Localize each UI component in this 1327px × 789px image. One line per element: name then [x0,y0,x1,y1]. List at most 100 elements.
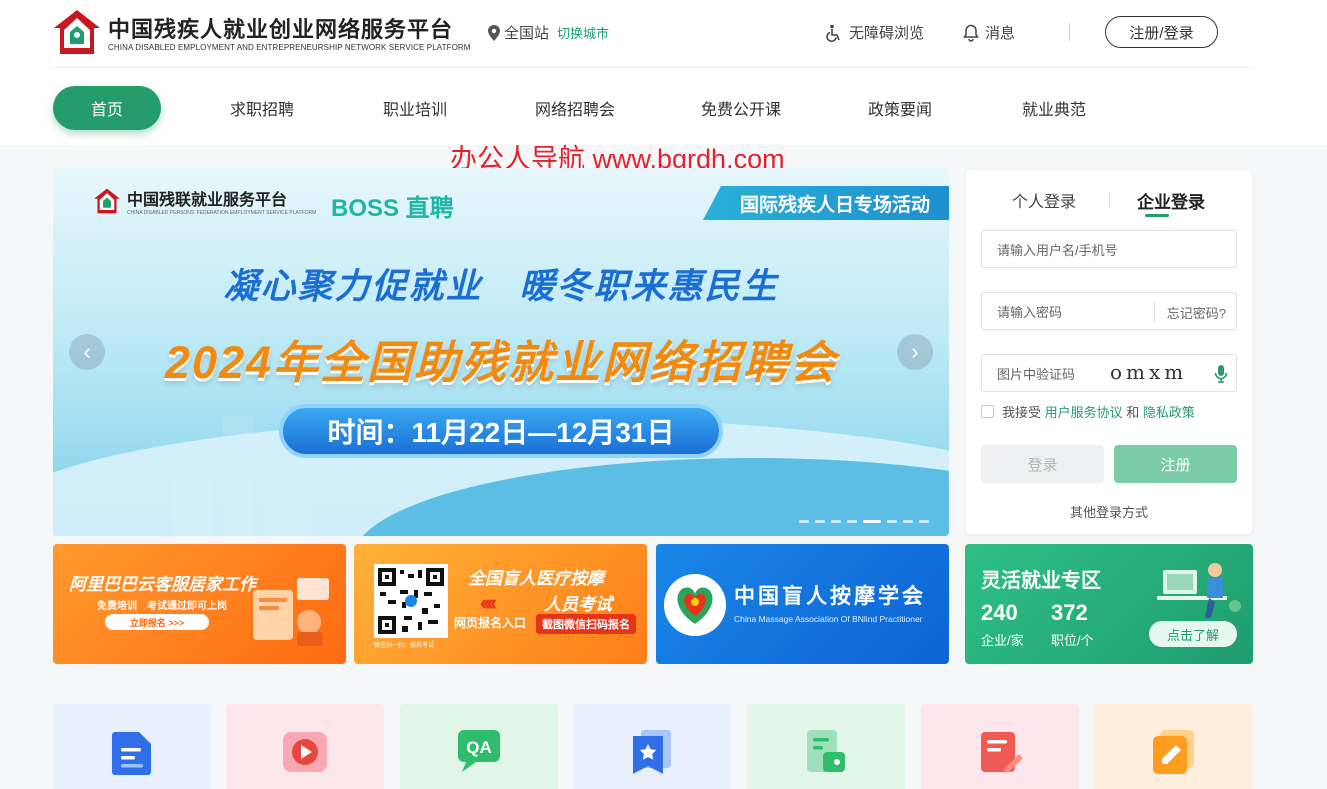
user-agreement-link[interactable]: 用户服务协议 [1045,405,1123,420]
category-card-star-badge[interactable] [573,704,731,789]
header-divider [1069,23,1070,41]
switch-city-link[interactable]: 切换城市 [557,23,609,42]
captcha-placeholder: 图片中验证码 [997,366,1076,382]
video-play-icon [283,732,327,772]
carousel-dot[interactable] [831,520,841,523]
scan-signup-badge: 截图微信扫码报名 [536,614,636,634]
tab-personal-login[interactable]: 个人登录 [1012,188,1076,212]
username-placeholder: 请输入用户名/手机号 [997,242,1118,258]
carousel-dot[interactable] [815,520,825,523]
password-placeholder: 请输入密码 [997,304,1063,320]
nav-home[interactable]: 首页 [53,86,161,130]
bell-icon [963,24,979,42]
accessibility-link[interactable]: 无障碍浏览 [825,22,924,43]
position-count: 372 [1051,600,1088,625]
cdpf-logo-icon[interactable] [52,8,102,56]
other-login-methods-link[interactable]: 其他登录方式 [966,502,1252,521]
promo-alibaba-signup-button[interactable]: 立即报名 >>> [105,614,209,630]
header-divider-line [52,67,1252,68]
pencil-note-icon [1153,730,1194,774]
cdpf-logo-icon [94,188,120,214]
category-card-edit-doc[interactable] [921,704,1079,789]
promo-blind-massage-exam-banner[interactable]: 微信扫一扫，报名考试 全国盲人医疗按摩 ‹‹‹‹ 人员考试 网页报名入口 截图微… [354,544,647,664]
qa-chat-icon: QA [458,730,500,772]
top-header: 中国残疾人就业创业网络服务平台 CHINA DISABLED EMPLOYMEN… [0,0,1327,145]
agreement-row: 我接受 用户服务协议 和 隐私政策 [981,402,1195,421]
active-tab-indicator [1145,214,1169,217]
password-input[interactable]: 请输入密码 忘记密码? [981,292,1237,330]
promo-alibaba-banner[interactable]: 阿里巴巴云客服居家工作 免费培训 考试通过即可上岗 立即报名 >>> [53,544,346,664]
category-card-note[interactable] [1094,704,1252,789]
flexible-employment-zone[interactable]: 灵活就业专区 240 372 企业/家 职位/个 点击了解 [965,544,1253,664]
carousel-dot[interactable] [887,520,897,523]
flexible-zone-title: 灵活就业专区 [981,570,1101,592]
carousel-dot-active[interactable] [863,520,881,523]
wallet-card-icon [807,730,845,772]
banner-logo: 中国残联就业服务平台 CHINA DISABLED PERSONS' FEDER… [93,186,316,216]
edit-document-icon [981,732,1023,773]
carousel-next-button[interactable]: › [897,334,933,370]
username-input[interactable]: 请输入用户名/手机号 [981,230,1237,268]
tab-enterprise-login[interactable]: 企业登录 [1137,188,1205,213]
register-button[interactable]: 注册 [1114,445,1237,483]
qr-caption: 微信扫一扫，报名考试 [374,643,435,649]
qr-code-icon [378,568,444,634]
nav-training[interactable]: 职业培训 [365,86,465,130]
site-title[interactable]: 中国残疾人就业创业网络服务平台 [108,12,453,44]
star-bookmark-icon [633,730,671,774]
headset-illustration-icon [253,578,329,646]
category-card-video[interactable] [226,704,384,789]
category-card-wallet[interactable] [747,704,905,789]
association-name: 中国盲人按摩学会 [734,585,926,608]
chevron-left-icon: ‹ [83,339,91,364]
banner-time: 时间：11月22日—12月31日 [279,404,723,458]
carousel-dot[interactable] [903,520,913,523]
agree-checkbox[interactable] [981,405,994,418]
promo-massage-association-banner[interactable]: 中国盲人按摩学会 China Massage Association Of BN… [656,544,949,664]
nav-jobs[interactable]: 求职招聘 [212,86,312,130]
agree-prefix: 我接受 [1002,405,1042,420]
category-card-document[interactable] [53,704,211,789]
chevrons-left-icon: ‹‹‹‹ [480,590,497,615]
banner-logo-text: 中国残联就业服务平台 [127,192,288,209]
hero-carousel[interactable]: 中国残联就业服务平台 CHINA DISABLED PERSONS' FEDER… [53,168,949,536]
nav-open-class[interactable]: 免费公开课 [686,86,796,130]
carousel-dot[interactable] [919,520,929,523]
carousel-dot[interactable] [847,520,857,523]
messages-link[interactable]: 消息 [963,22,1015,43]
learn-more-button[interactable]: 点击了解 [1149,621,1237,647]
captcha-input[interactable]: 图片中验证码 omxm [981,354,1237,392]
position-count-label: 职位/个 [1051,633,1094,648]
worker-at-desk-icon [1157,563,1241,618]
forgot-password-link[interactable]: 忘记密码? [1153,302,1236,322]
boss-logo: BOSS 直聘 [331,195,454,222]
qr-code [374,564,448,638]
register-login-button[interactable]: 注册/登录 [1105,16,1218,48]
location-selector[interactable]: 全国站 切换城市 [488,22,609,43]
carousel-dot[interactable] [799,520,809,523]
category-card-qa[interactable]: QA [400,704,558,789]
messages-label: 消息 [985,25,1016,42]
microphone-icon[interactable] [1214,364,1228,384]
company-count-label: 企业/家 [981,633,1024,648]
captcha-image[interactable]: omxm [1110,360,1187,384]
tab-divider [1109,192,1110,208]
nav-examples[interactable]: 就业典范 [1004,86,1104,130]
svg-text:QA: QA [466,738,492,757]
agree-and: 和 [1126,405,1140,420]
nav-job-fair[interactable]: 网络招聘会 [520,86,630,130]
web-signup-link[interactable]: 网页报名入口 [454,614,526,631]
login-panel: 个人登录 企业登录 请输入用户名/手机号 请输入密码 忘记密码? 图片中验证码 … [966,170,1252,534]
banner-slogan: 凝心聚力促就业 暖冬职来惠民生 [223,267,779,306]
association-logo-icon [664,574,726,636]
nav-policy[interactable]: 政策要闻 [850,86,950,130]
banner-headline: 2024年全国助残就业网络招聘会 [164,337,838,388]
login-button[interactable]: 登录 [981,445,1104,483]
privacy-policy-link[interactable]: 隐私政策 [1143,405,1195,420]
document-icon [112,732,151,775]
carousel-dots [799,520,929,523]
promo-alibaba-sub: 免费培训 考试通过即可上岗 [97,601,227,612]
promo-massage-title: 全国盲人医疗按摩 [468,569,604,588]
carousel-prev-button[interactable]: ‹ [69,334,105,370]
association-name-en: China Massage Association Of BNlind Prac… [734,614,923,624]
